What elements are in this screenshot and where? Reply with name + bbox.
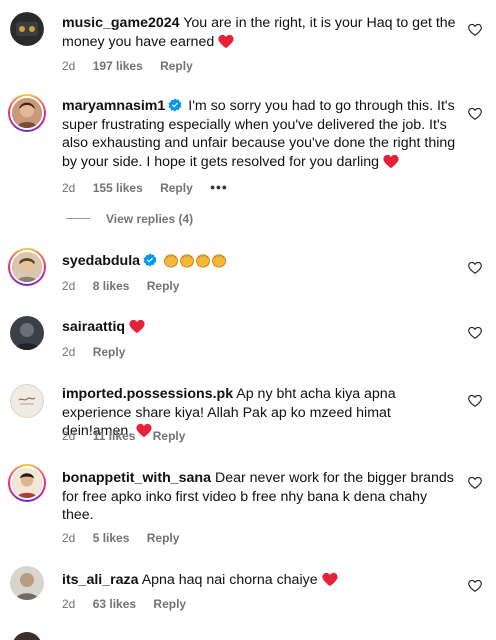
comment-age: 2d: [62, 531, 76, 545]
avatar[interactable]: [8, 248, 46, 286]
view-replies-label: View replies (4): [106, 212, 194, 226]
comment-meta: 2d 155 likes Reply •••: [62, 179, 242, 195]
heart-outline-icon[interactable]: [468, 394, 482, 408]
username[interactable]: its_ali_raza: [62, 572, 139, 588]
reply-button[interactable]: Reply: [93, 345, 126, 359]
reply-button[interactable]: Reply: [160, 59, 193, 73]
more-options-icon[interactable]: •••: [210, 179, 228, 195]
reply-button[interactable]: Reply: [153, 597, 186, 611]
reply-button[interactable]: Reply: [147, 279, 180, 293]
comment-text: Apna haq nai chorna chaiye: [141, 572, 318, 588]
comment-age: 2d: [62, 59, 76, 73]
avatar[interactable]: [8, 464, 46, 502]
comment-body: bonappetit_with_sana Dear never work for…: [62, 469, 460, 525]
reply-button[interactable]: Reply: [147, 531, 180, 545]
comment-body: music_game2024 You are in the right, it …: [62, 14, 460, 51]
clapping-hands-emoji: [212, 253, 227, 268]
divider-line: [66, 218, 90, 219]
comment-age: 2d: [62, 279, 76, 293]
likes-count[interactable]: 63 likes: [93, 597, 136, 611]
likes-count[interactable]: 5 likes: [93, 531, 130, 545]
avatar[interactable]: [12, 632, 42, 640]
verified-badge-icon: [143, 253, 157, 267]
comment-meta: 2d 63 likes Reply: [62, 597, 200, 611]
comment-age: 2d: [62, 597, 76, 611]
clapping-hands-emoji: [180, 253, 195, 268]
comment-body: maryamnasim1 I'm so sorry you had to go …: [62, 97, 460, 171]
red-heart-emoji: [322, 572, 338, 587]
avatar[interactable]: [10, 316, 44, 350]
clapping-hands-emoji: [196, 253, 211, 268]
red-heart-emoji: [129, 319, 145, 334]
heart-outline-icon[interactable]: [468, 476, 482, 490]
avatar[interactable]: [10, 12, 44, 46]
comment-age: 2d: [62, 429, 76, 443]
comment-meta: 2d 8 likes Reply: [62, 279, 193, 293]
comment-meta: 2d 197 likes Reply: [62, 59, 207, 73]
comment-age: 2d: [62, 345, 76, 359]
verified-badge-icon: [168, 98, 182, 112]
clapping-hands-emoji: [164, 253, 179, 268]
username[interactable]: music_game2024: [62, 15, 180, 31]
heart-outline-icon[interactable]: [468, 579, 482, 593]
username[interactable]: bonappetit_with_sana: [62, 470, 211, 486]
likes-count[interactable]: 11 likes: [93, 429, 136, 443]
reply-button[interactable]: Reply: [160, 181, 193, 195]
comment-body: its_ali_raza Apna haq nai chorna chaiye: [62, 571, 460, 590]
comment-meta: 2d Reply: [62, 345, 139, 359]
avatar[interactable]: [10, 384, 44, 418]
username[interactable]: syedabdula: [62, 253, 140, 269]
comment-meta: 2d 5 likes Reply: [62, 531, 193, 545]
comment-meta: 2d 11 likes Reply: [62, 429, 199, 443]
avatar[interactable]: [8, 94, 46, 132]
reply-button[interactable]: Reply: [153, 429, 186, 443]
username[interactable]: sairaattiq: [62, 319, 125, 335]
username[interactable]: maryamnasim1: [62, 98, 165, 114]
heart-outline-icon[interactable]: [468, 107, 482, 121]
view-replies-button[interactable]: View replies (4): [66, 212, 193, 226]
clapping-hands-emoji-group: [163, 253, 227, 269]
likes-count[interactable]: 8 likes: [93, 279, 130, 293]
heart-outline-icon[interactable]: [468, 326, 482, 340]
comment-age: 2d: [62, 181, 76, 195]
red-heart-emoji: [383, 154, 399, 168]
comment-body: sairaattiq: [62, 318, 460, 337]
likes-count[interactable]: 197 likes: [93, 59, 143, 73]
avatar[interactable]: [10, 566, 44, 600]
red-heart-emoji: [218, 34, 234, 48]
username[interactable]: imported.possessions.pk: [62, 386, 233, 402]
likes-count[interactable]: 155 likes: [93, 181, 143, 195]
heart-outline-icon[interactable]: [468, 23, 482, 37]
comment-body: syedabdula: [62, 252, 460, 271]
heart-outline-icon[interactable]: [468, 261, 482, 275]
